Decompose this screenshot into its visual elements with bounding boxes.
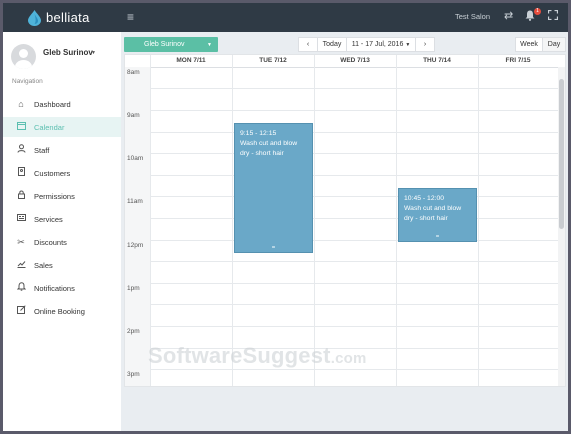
sidebar-item-label: Online Booking (34, 307, 85, 316)
navigation-heading: Navigation (12, 78, 43, 85)
resize-handle[interactable]: = (235, 245, 312, 251)
drop-logo-icon (28, 10, 41, 26)
week-view-button[interactable]: Week (515, 37, 543, 52)
logo[interactable]: belliata (28, 8, 108, 28)
watermark: SoftwareSuggest.com (148, 343, 367, 369)
resize-handle[interactable]: = (399, 234, 476, 240)
sidebar-item-sales[interactable]: Sales (3, 255, 121, 275)
notification-badge: 1 (534, 8, 541, 15)
menu-toggle-icon[interactable]: ≡ (127, 11, 134, 23)
day-view-button[interactable]: Day (542, 37, 566, 52)
time-label: 3pm (127, 371, 140, 378)
event-title: Wash cut and blow dry - short hair (240, 140, 298, 157)
time-label: 9am (127, 112, 140, 119)
salon-name[interactable]: Test Salon (455, 12, 490, 21)
sidebar-item-label: Customers (34, 169, 71, 178)
avatar[interactable] (11, 44, 36, 69)
sidebar-item-staff[interactable]: Staff (3, 140, 121, 160)
sidebar-item-label: Dashboard (34, 100, 71, 109)
event-title: Wash cut and blow dry - short hair (404, 205, 462, 222)
sidebar-item-discounts[interactable]: ✂ Discounts (3, 232, 121, 252)
chevron-down-icon: ▼ (405, 42, 411, 48)
today-button[interactable]: Today (317, 37, 347, 52)
chart-line-icon (15, 259, 27, 271)
prev-week-button[interactable]: ‹ (298, 37, 318, 52)
sidebar-item-calendar[interactable]: Calendar (3, 117, 121, 137)
sidebar-item-label: Permissions (34, 192, 75, 201)
sidebar-item-online-booking[interactable]: Online Booking (3, 301, 121, 321)
person-icon (15, 144, 27, 156)
sidebar-item-label: Discounts (34, 238, 67, 247)
chevron-down-icon: ▼ (207, 42, 212, 48)
day-header: MON 7/11 (176, 57, 206, 64)
sidebar-item-services[interactable]: Services (3, 209, 121, 229)
time-label: 11am (127, 198, 143, 205)
scissors-icon: ✂ (17, 237, 25, 247)
day-header: WED 7/13 (340, 57, 370, 64)
sidebar-item-label: Notifications (34, 284, 75, 293)
sidebar-item-label: Services (34, 215, 63, 224)
time-label: 8am (127, 69, 140, 76)
appointment-event[interactable]: 10:45 - 12:00 Wash cut and blow dry - sh… (398, 188, 477, 242)
day-header: THU 7/14 (423, 57, 451, 64)
time-label: 12pm (127, 242, 144, 249)
staff-selector[interactable]: Gleb Surinov ▼ (124, 37, 218, 52)
watermark-text: SoftwareSuggest (148, 343, 331, 368)
calendar-icon (15, 121, 27, 133)
event-time: 10:45 - 12:00 (404, 195, 445, 202)
sidebar-item-notifications[interactable]: Notifications (3, 278, 121, 298)
calendar-grid: MON 7/11 TUE 7/12 WED 7/13 THU 7/14 FRI … (124, 54, 566, 387)
home-icon: ⌂ (18, 99, 24, 109)
app-window: belliata ≡ Test Salon ⇄ 1 Gleb Surinov ▼… (3, 3, 568, 431)
sidebar-item-label: Sales (34, 261, 53, 270)
user-name[interactable]: Gleb Surinov (43, 48, 93, 57)
date-range-label: 11 - 17 Jul, 2016 (351, 41, 404, 48)
address-book-icon (15, 167, 27, 179)
sidebar-item-dashboard[interactable]: ⌂ Dashboard (3, 94, 121, 114)
shuffle-icon[interactable]: ⇄ (504, 10, 513, 23)
lock-icon (15, 190, 27, 202)
list-card-icon (15, 213, 27, 225)
time-label: 2pm (127, 328, 140, 335)
day-header: FRI 7/15 (505, 57, 531, 64)
chevron-down-icon[interactable]: ▼ (91, 50, 96, 56)
sidebar-item-label: Staff (34, 146, 50, 155)
time-label: 10am (127, 155, 144, 162)
bell-icon (15, 282, 27, 294)
sidebar-item-customers[interactable]: Customers (3, 163, 121, 183)
top-bar: belliata ≡ Test Salon ⇄ 1 (3, 3, 568, 32)
calendar-scrollbar[interactable] (558, 67, 565, 386)
next-week-button[interactable]: › (415, 37, 435, 52)
appointment-event[interactable]: 9:15 - 12:15 Wash cut and blow dry - sho… (234, 123, 313, 253)
sidebar: Gleb Surinov ▼ Navigation ⌂ Dashboard Ca… (3, 32, 121, 431)
staff-selector-label: Gleb Surinov (144, 41, 185, 48)
time-label: 1pm (127, 285, 140, 292)
scrollbar-thumb[interactable] (559, 79, 564, 229)
sidebar-item-label: Calendar (34, 123, 65, 132)
edit-icon (15, 305, 27, 317)
date-range-button[interactable]: 11 - 17 Jul, 2016 ▼ (346, 37, 416, 52)
event-time: 9:15 - 12:15 (240, 130, 277, 137)
sidebar-item-permissions[interactable]: Permissions (3, 186, 121, 206)
day-header: TUE 7/12 (259, 57, 287, 64)
fullscreen-icon[interactable] (547, 9, 559, 24)
brand-name: belliata (46, 10, 90, 25)
watermark-suffix: .com (330, 350, 367, 367)
